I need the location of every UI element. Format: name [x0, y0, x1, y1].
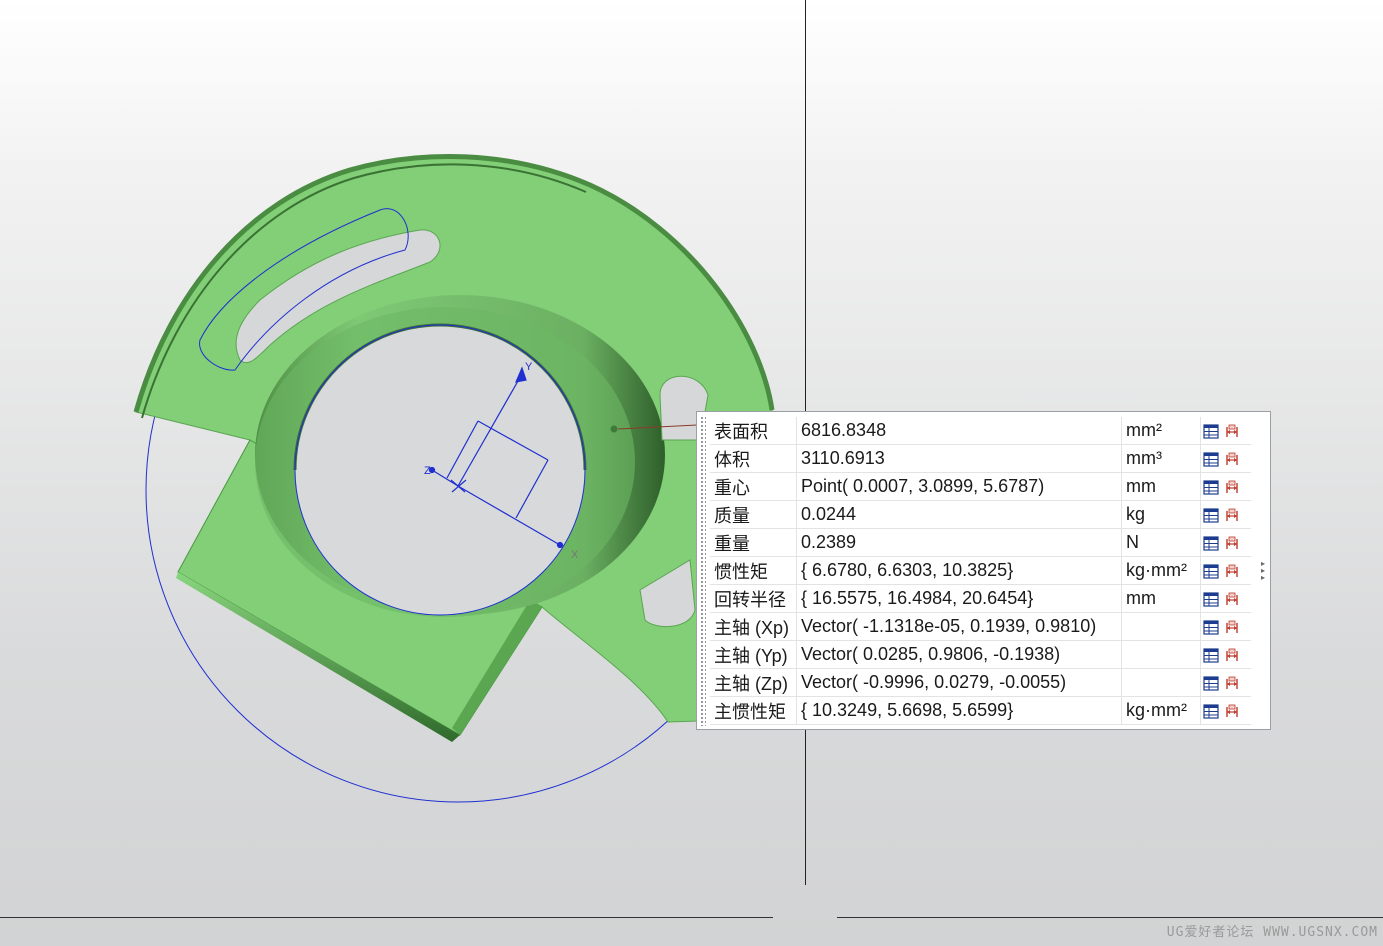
measure-value: 6816.8348: [796, 417, 1122, 445]
measure-label: 主轴 (Zp): [710, 668, 797, 697]
measure-value: Vector( 0.0285, 0.9806, -0.1938): [796, 640, 1122, 669]
measure-label: 主轴 (Xp): [710, 612, 797, 641]
measure-row[interactable]: 质量 0.0244 kg: [710, 500, 1251, 529]
measure-unit: [1121, 640, 1201, 669]
measure-icon[interactable]: [1224, 648, 1240, 663]
measure-unit: mm: [1121, 472, 1201, 501]
measure-unit: [1121, 612, 1201, 641]
measure-actions: [1200, 528, 1251, 557]
measure-label: 体积: [710, 444, 797, 473]
measure-value: 3110.6913: [796, 444, 1122, 473]
measure-unit: mm³: [1121, 444, 1201, 473]
measure-unit: [1121, 668, 1201, 697]
spreadsheet-icon[interactable]: [1203, 564, 1219, 579]
measure-label: 质量: [710, 500, 797, 529]
bottom-rule-right: [837, 917, 1383, 918]
axis-z-label: Z: [424, 465, 431, 477]
measure-row[interactable]: 体积 3110.6913 mm³: [710, 444, 1251, 473]
measure-actions: [1200, 444, 1251, 473]
measure-icon[interactable]: [1224, 536, 1240, 551]
measure-icon[interactable]: [1224, 592, 1240, 607]
measure-row[interactable]: 主轴 (Zp) Vector( -0.9996, 0.0279, -0.0055): [710, 668, 1251, 697]
spreadsheet-icon[interactable]: [1203, 536, 1219, 551]
measure-value: Vector( -1.1318e-05, 0.1939, 0.9810): [796, 612, 1122, 641]
measure-row[interactable]: 主轴 (Yp) Vector( 0.0285, 0.9806, -0.1938): [710, 640, 1251, 669]
spreadsheet-icon[interactable]: [1203, 452, 1219, 467]
axis-y-label: Y: [525, 361, 533, 373]
measure-actions: [1200, 500, 1251, 529]
measure-unit: kg: [1121, 500, 1201, 529]
watermark: UG爱好者论坛 WWW.UGSNX.COM: [1166, 925, 1378, 940]
axis-x-label: X: [571, 549, 579, 561]
measure-value: { 10.3249, 5.6698, 5.6599}: [796, 696, 1122, 725]
measure-unit: mm: [1121, 584, 1201, 613]
graphics-viewport[interactable]: Y X Z ▸ ▸ ▸ 表面积 6816.8348 mm² 体积 3110.6913 mm³ 重…: [0, 0, 1383, 946]
measure-icon[interactable]: [1224, 424, 1240, 439]
measure-actions: [1200, 612, 1251, 641]
measure-row[interactable]: 主惯性矩{ 10.3249, 5.6698, 5.6599} kg·mm²: [710, 696, 1251, 725]
measure-icon[interactable]: [1224, 480, 1240, 495]
part-body[interactable]: [133, 153, 780, 742]
spreadsheet-icon[interactable]: [1203, 648, 1219, 663]
measure-label: 惯性矩: [710, 556, 797, 585]
spreadsheet-icon[interactable]: [1203, 676, 1219, 691]
spreadsheet-icon[interactable]: [1203, 592, 1219, 607]
measure-row[interactable]: 回转半径{ 16.5575, 16.4984, 20.6454} mm: [710, 584, 1251, 613]
measure-label: 主惯性矩: [710, 696, 797, 725]
measure-icon[interactable]: [1224, 704, 1240, 719]
measure-actions: [1200, 696, 1251, 725]
measure-actions: [1200, 417, 1251, 445]
measure-row[interactable]: 重心 Point( 0.0007, 3.0899, 5.6787) mm: [710, 472, 1251, 501]
measure-value: 0.2389: [796, 528, 1122, 557]
measure-label: 主轴 (Yp): [710, 640, 797, 669]
measure-actions: [1200, 668, 1251, 697]
measure-actions: [1200, 584, 1251, 613]
measure-icon[interactable]: [1224, 620, 1240, 635]
measure-label: 重心: [710, 472, 797, 501]
measure-icon[interactable]: [1224, 564, 1240, 579]
measure-label: 表面积: [710, 417, 797, 445]
spreadsheet-icon[interactable]: [1203, 424, 1219, 439]
panel-grip-handle[interactable]: [700, 416, 706, 726]
spreadsheet-icon[interactable]: [1203, 508, 1219, 523]
measure-unit: N: [1121, 528, 1201, 557]
spreadsheet-icon[interactable]: [1203, 620, 1219, 635]
measure-unit: mm²: [1121, 417, 1201, 445]
measure-value: Point( 0.0007, 3.0899, 5.6787): [796, 472, 1122, 501]
measure-icon[interactable]: [1224, 676, 1240, 691]
measure-row[interactable]: 重量 0.2389 N: [710, 528, 1251, 557]
measure-actions: [1200, 472, 1251, 501]
measure-icon[interactable]: [1224, 508, 1240, 523]
measure-actions: [1200, 640, 1251, 669]
measure-results-table: 表面积 6816.8348 mm² 体积 3110.6913 mm³ 重心 Point( 0.…: [710, 417, 1251, 725]
spreadsheet-icon[interactable]: [1203, 704, 1219, 719]
measure-icon[interactable]: [1224, 452, 1240, 467]
measure-value: { 16.5575, 16.4984, 20.6454}: [796, 584, 1122, 613]
bottom-rule-left: [0, 917, 773, 918]
spreadsheet-icon[interactable]: [1203, 480, 1219, 495]
measure-point: [610, 425, 618, 433]
panel-expand-handle[interactable]: ▸ ▸ ▸: [1259, 560, 1267, 582]
measure-value: { 6.6780, 6.6303, 10.3825}: [796, 556, 1122, 585]
measure-actions: [1200, 556, 1251, 585]
measure-row[interactable]: 表面积 6816.8348 mm²: [710, 417, 1251, 445]
measure-value: Vector( -0.9996, 0.0279, -0.0055): [796, 668, 1122, 697]
measure-row[interactable]: 惯性矩{ 6.6780, 6.6303, 10.3825} kg·mm²: [710, 556, 1251, 585]
measure-label: 回转半径: [710, 584, 797, 613]
measure-label: 重量: [710, 528, 797, 557]
measure-value: 0.0244: [796, 500, 1122, 529]
measure-row[interactable]: 主轴 (Xp) Vector( -1.1318e-05, 0.1939, 0.98…: [710, 612, 1251, 641]
measure-results-panel[interactable]: ▸ ▸ ▸ 表面积 6816.8348 mm² 体积 3110.6913 mm³ 重心 Point…: [696, 411, 1271, 730]
measure-unit: kg·mm²: [1121, 696, 1201, 725]
measure-unit: kg·mm²: [1121, 556, 1201, 585]
